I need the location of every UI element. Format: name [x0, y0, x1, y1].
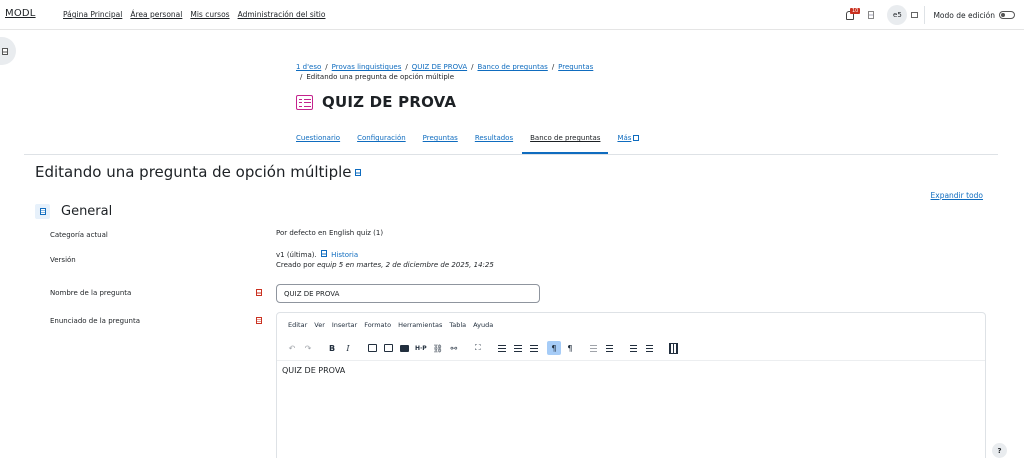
user-menu-chevron-icon[interactable] — [911, 12, 919, 18]
section-toggle-icon — [39, 208, 46, 215]
align-left-icon[interactable] — [495, 341, 509, 355]
ltr-direction-icon[interactable]: ¶ — [546, 341, 561, 355]
nav-link-my-courses[interactable]: Mis cursos — [190, 10, 229, 19]
general-section-header[interactable]: General — [35, 204, 112, 219]
created-by-prefix: Creado por — [276, 261, 315, 269]
secondary-navigation: Cuestionario Configuración Preguntas Res… — [296, 134, 656, 154]
breadcrumb: 1 d'eso / Provas linguistiques / QUIZ DE PRO… — [296, 63, 594, 81]
created-by-detail: equip 5 en martes, 2 de diciembre de 202… — [317, 261, 494, 269]
breadcrumb-questions[interactable]: Preguntas — [558, 63, 593, 71]
video-record-icon[interactable] — [397, 341, 411, 355]
breadcrumb-current: Editando una pregunta de opción múltiple — [306, 73, 455, 81]
undo-icon[interactable]: ↶ — [285, 341, 299, 355]
question-name-label: Nombre de la pregunta — [50, 289, 132, 297]
indent-icon[interactable] — [603, 341, 617, 355]
tab-results[interactable]: Resultados — [475, 134, 513, 142]
menu-help[interactable]: Ayuda — [473, 321, 493, 329]
history-icon — [320, 250, 327, 257]
user-controls: 10 e5 Modo de edición — [846, 0, 1024, 30]
breadcrumb-section[interactable]: Provas linguistiques — [332, 63, 402, 71]
notifications-bell-icon[interactable]: 10 — [846, 8, 860, 21]
redo-icon[interactable]: ↷ — [301, 341, 315, 355]
bold-icon[interactable]: B — [325, 341, 339, 355]
collapse-chevron-icon[interactable] — [35, 204, 50, 219]
menu-table[interactable]: Tabla — [449, 321, 466, 329]
tab-questions[interactable]: Preguntas — [423, 134, 458, 142]
question-edit-heading: Editando una pregunta de opción múltiple — [35, 163, 361, 181]
edit-mode-toggle[interactable] — [999, 11, 1015, 19]
current-category-label: Categoría actual — [50, 231, 108, 239]
course-index-drawer-button[interactable] — [0, 37, 16, 65]
menu-edit[interactable]: Editar — [288, 321, 307, 329]
editor-divider — [277, 360, 985, 361]
rtl-direction-icon[interactable]: ¶ — [563, 341, 577, 355]
breadcrumb-course[interactable]: 1 d'eso — [296, 63, 321, 71]
course-index-icon — [2, 47, 8, 55]
media-icon[interactable] — [381, 341, 395, 355]
version-info: v1 (última). Historia Creado por equip 5… — [276, 250, 494, 270]
primary-navigation: Página Principal Área personal Mis curso… — [63, 10, 325, 19]
h5p-icon[interactable]: H·P — [413, 341, 429, 355]
required-icon — [256, 317, 262, 324]
quiz-activity-icon — [296, 94, 313, 110]
site-brand-link[interactable]: MODL — [5, 8, 36, 19]
menu-tools[interactable]: Herramientas — [398, 321, 442, 329]
version-label: Versión — [50, 256, 76, 264]
tab-settings[interactable]: Configuración — [357, 134, 406, 142]
navbar-divider — [924, 6, 926, 24]
tab-more[interactable]: Más — [617, 134, 640, 142]
help-info-icon[interactable] — [354, 168, 361, 176]
equation-editor-icon[interactable] — [667, 341, 681, 355]
page-title: QUIZ DE PROVA — [322, 93, 457, 111]
unlink-icon[interactable]: ⚯ — [447, 341, 461, 355]
editor-toolbar: ↶ ↷ B I H·P ⛓ ⚯ ⛶ ¶ ¶ — [285, 340, 683, 356]
history-link[interactable]: Historia — [331, 251, 358, 259]
rich-text-editor: Editar Ver Insertar Formato Herramientas… — [276, 312, 986, 458]
nav-link-dashboard[interactable]: Área personal — [130, 10, 182, 19]
question-text-label: Enunciado de la pregunta — [50, 317, 141, 325]
messages-icon[interactable] — [868, 11, 875, 19]
align-center-icon[interactable] — [511, 341, 525, 355]
section-title: General — [61, 204, 113, 219]
version-value: v1 (última). — [276, 251, 317, 259]
menu-view[interactable]: Ver — [314, 321, 325, 329]
menu-insert[interactable]: Insertar — [332, 321, 357, 329]
required-icon — [256, 289, 262, 296]
edit-mode-label: Modo de edición — [933, 10, 995, 20]
editor-menubar: Editar Ver Insertar Formato Herramientas… — [288, 321, 493, 329]
tab-question-bank[interactable]: Banco de preguntas — [522, 134, 609, 154]
align-right-icon[interactable] — [527, 341, 541, 355]
fullscreen-icon[interactable]: ⛶ — [471, 341, 485, 355]
current-category-value: Por defecto en English quiz (1) — [276, 229, 384, 237]
help-footer-button[interactable]: ? — [992, 443, 1007, 458]
expand-all-link[interactable]: Expandir todo — [931, 191, 983, 200]
tab-more-label: Más — [617, 134, 632, 142]
question-edit-heading-text: Editando una pregunta de opción múltiple — [35, 163, 352, 181]
top-navbar: MODL Página Principal Área personal Mis … — [0, 0, 1024, 30]
link-icon[interactable]: ⛓ — [431, 341, 445, 355]
activity-header: QUIZ DE PROVA — [296, 93, 456, 111]
notification-count-badge: 10 — [850, 8, 860, 14]
nav-link-home[interactable]: Página Principal — [63, 10, 122, 19]
breadcrumb-question-bank[interactable]: Banco de preguntas — [477, 63, 547, 71]
editor-content-area[interactable]: QUIZ DE PROVA — [282, 366, 345, 375]
nav-link-site-admin[interactable]: Administración del sitio — [238, 10, 326, 19]
breadcrumb-quiz[interactable]: QUIZ DE PROVA — [412, 63, 467, 71]
outdent-icon[interactable] — [587, 341, 601, 355]
user-avatar[interactable]: e5 — [887, 5, 908, 25]
image-icon[interactable] — [365, 341, 379, 355]
italic-icon[interactable]: I — [341, 341, 355, 355]
menu-format[interactable]: Formato — [364, 321, 391, 329]
tab-quiz[interactable]: Cuestionario — [296, 134, 340, 142]
more-chevron-icon — [633, 135, 640, 141]
numbered-list-icon[interactable] — [643, 341, 657, 355]
bullet-list-icon[interactable] — [627, 341, 641, 355]
tabs-divider — [24, 154, 998, 155]
question-name-input[interactable] — [276, 284, 540, 303]
